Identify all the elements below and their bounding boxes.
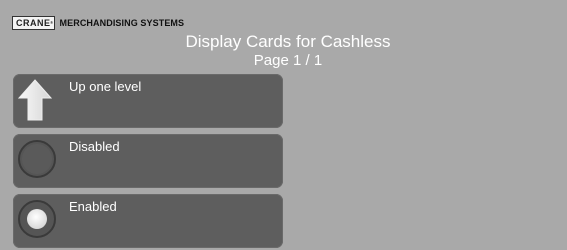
enabled-option-label: Enabled	[69, 199, 117, 214]
enabled-option-button[interactable]: Enabled	[13, 194, 283, 248]
logo-text: MERCHANDISING SYSTEMS	[59, 18, 185, 28]
up-one-level-button[interactable]: Up one level	[13, 74, 283, 128]
disabled-option-label: Disabled	[69, 139, 120, 154]
radio-off-icon	[18, 140, 56, 178]
screen: CRANE ® MERCHANDISING SYSTEMS Display Car…	[0, 0, 567, 250]
radio-on-icon	[18, 200, 56, 238]
disabled-option-button[interactable]: Disabled	[13, 134, 283, 188]
logo-mark-text: CRANE	[16, 18, 51, 28]
registered-mark: ®	[50, 20, 54, 25]
crane-logo-mark: CRANE ®	[12, 16, 55, 30]
page-indicator: Page 1 / 1	[253, 52, 323, 69]
up-arrow-icon	[18, 79, 52, 121]
brand-logo: CRANE ® MERCHANDISING SYSTEMS	[12, 16, 184, 30]
page-title: Display Cards for Cashless	[185, 32, 391, 51]
up-one-level-label: Up one level	[69, 79, 142, 94]
